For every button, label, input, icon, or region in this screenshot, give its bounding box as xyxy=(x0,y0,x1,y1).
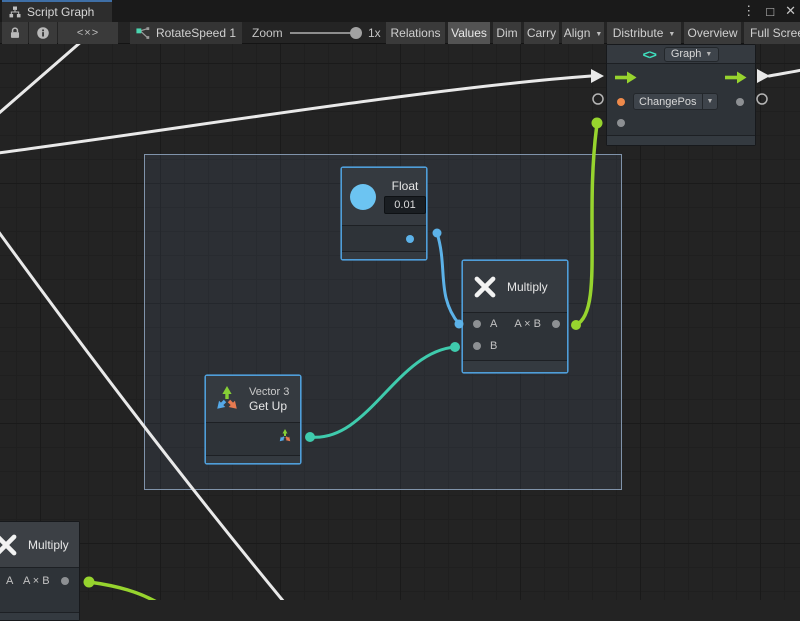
info-icon xyxy=(36,26,50,40)
corner-multiply-input-a-label: A xyxy=(6,575,13,587)
carry-label: Carry xyxy=(527,26,556,40)
multiply-output-port[interactable] xyxy=(552,320,560,328)
caret-down-icon: ▼ xyxy=(595,31,602,38)
align-label: Align xyxy=(564,26,591,40)
corner-multiply-output-label: A × B xyxy=(23,575,50,587)
caret-down-icon: ▼ xyxy=(701,48,716,61)
multiply-node[interactable]: Multiply A A × B B xyxy=(462,260,568,373)
zoom-value: 1x xyxy=(368,22,381,44)
corner-multiply-output-port[interactable] xyxy=(61,577,69,585)
corner-multiply-footer xyxy=(0,612,79,620)
zoom-label: Zoom xyxy=(252,22,283,44)
multiply-output-label: A × B xyxy=(514,318,541,330)
corner-multiply-title: Multiply xyxy=(28,538,69,552)
distribute-button[interactable]: Distribute ▼ xyxy=(607,22,681,44)
zoom-slider-handle[interactable] xyxy=(350,27,362,39)
code-view-button[interactable]: <×> xyxy=(58,22,118,44)
multiply-node-header: Multiply xyxy=(463,261,567,313)
graph-reference-icon xyxy=(136,26,150,41)
graph-reference-button[interactable]: RotateSpeed 1 xyxy=(130,22,242,44)
align-button[interactable]: Align ▼ xyxy=(562,22,604,44)
overview-label: Overview xyxy=(687,26,737,40)
relations-label: Relations xyxy=(390,26,440,40)
vector3-get-up-node[interactable]: Vector 3 Get Up xyxy=(205,375,301,464)
multiply-input-b-label: B xyxy=(490,340,497,352)
lock-icon xyxy=(8,26,22,40)
multiply-node-title: Multiply xyxy=(507,280,548,294)
close-icon[interactable]: ✕ xyxy=(785,3,796,19)
flow-input-arrow-icon[interactable] xyxy=(615,71,637,84)
code-view-icon: <×> xyxy=(77,27,99,39)
distribute-label: Distribute xyxy=(613,26,664,40)
relations-button[interactable]: Relations xyxy=(386,22,445,44)
vector3-icon xyxy=(213,385,241,413)
title-bar: Script Graph ⋮ □ ✕ xyxy=(0,0,800,22)
caret-down-icon: ▼ xyxy=(702,94,718,109)
full-screen-button[interactable]: Full Screen xyxy=(744,22,800,44)
multiply-row-a: A A × B xyxy=(463,313,567,335)
vector3-port-row xyxy=(206,423,300,450)
multiply-node-footer xyxy=(463,360,567,372)
script-graph-icon xyxy=(9,6,21,18)
dim-label: Dim xyxy=(496,26,517,40)
graph-reference-label: RotateSpeed 1 xyxy=(156,26,236,40)
overview-button[interactable]: Overview xyxy=(684,22,741,44)
corner-multiply-node[interactable]: Multiply A A × B xyxy=(0,521,80,621)
vector3-output-port-icon[interactable] xyxy=(278,429,292,443)
lock-button[interactable] xyxy=(2,22,28,44)
float-node-footer xyxy=(342,251,426,259)
graph-changepos-row: ChangePos ▼ xyxy=(607,90,755,113)
info-button[interactable] xyxy=(29,22,57,44)
float-value-input[interactable]: 0.01 xyxy=(384,196,426,214)
multiply-icon xyxy=(472,274,498,300)
corner-multiply-row-a: A A × B xyxy=(0,568,79,594)
multiply-row-b: B xyxy=(463,335,567,357)
graph-dropdown-button[interactable]: Graph ▼ xyxy=(664,47,720,62)
maximize-icon[interactable]: □ xyxy=(766,4,774,19)
changepos-dropdown[interactable]: ChangePos ▼ xyxy=(633,93,718,110)
vector3-node-footer xyxy=(206,455,300,463)
graph-output-port[interactable] xyxy=(736,98,744,106)
float-node-header: Float 0.01 xyxy=(342,168,426,226)
graph-input-port-2[interactable] xyxy=(617,119,625,127)
graph-node-header: <> Graph ▼ xyxy=(607,45,755,64)
values-label: Values xyxy=(451,26,487,40)
graph-toolbar: <×> RotateSpeed 1 Zoom 1x Relations Valu… xyxy=(0,22,800,44)
float-node-title: Float xyxy=(392,179,419,193)
values-button[interactable]: Values xyxy=(448,22,490,44)
graph-node-footer xyxy=(607,135,755,145)
float-node[interactable]: Float 0.01 xyxy=(341,167,427,260)
tab-script-graph[interactable]: Script Graph xyxy=(2,0,112,22)
corner-multiply-header: Multiply xyxy=(0,522,79,568)
multiply-icon xyxy=(0,532,19,558)
object-input-port[interactable] xyxy=(617,98,625,106)
tab-title: Script Graph xyxy=(27,5,94,19)
caret-down-icon: ▼ xyxy=(668,31,675,38)
carry-button[interactable]: Carry xyxy=(524,22,559,44)
vector3-category-label: Vector 3 xyxy=(249,386,289,398)
multiply-input-port-a[interactable] xyxy=(473,320,481,328)
vector3-node-header: Vector 3 Get Up xyxy=(206,376,300,423)
graph-flow-row xyxy=(607,64,755,90)
graph-subgraph-node[interactable]: <> Graph ▼ ChangePos ▼ xyxy=(606,44,756,146)
dim-button[interactable]: Dim xyxy=(493,22,521,44)
changepos-dropdown-value: ChangePos xyxy=(634,96,702,108)
float-output-port[interactable] xyxy=(406,235,414,243)
overflow-menu-icon[interactable]: ⋮ xyxy=(742,3,755,19)
multiply-input-port-b[interactable] xyxy=(473,342,481,350)
graph-extra-port-row xyxy=(607,113,755,133)
float-icon xyxy=(350,184,376,210)
zoom-slider-track[interactable] xyxy=(290,32,352,34)
multiply-input-a-label: A xyxy=(490,318,497,330)
code-brackets-icon: <> xyxy=(643,47,656,62)
flow-output-arrow-icon[interactable] xyxy=(725,71,747,84)
vector3-node-title: Get Up xyxy=(249,399,289,413)
graph-dropdown-label: Graph xyxy=(671,48,702,60)
full-screen-label: Full Screen xyxy=(750,26,800,40)
float-port-row xyxy=(342,226,426,252)
